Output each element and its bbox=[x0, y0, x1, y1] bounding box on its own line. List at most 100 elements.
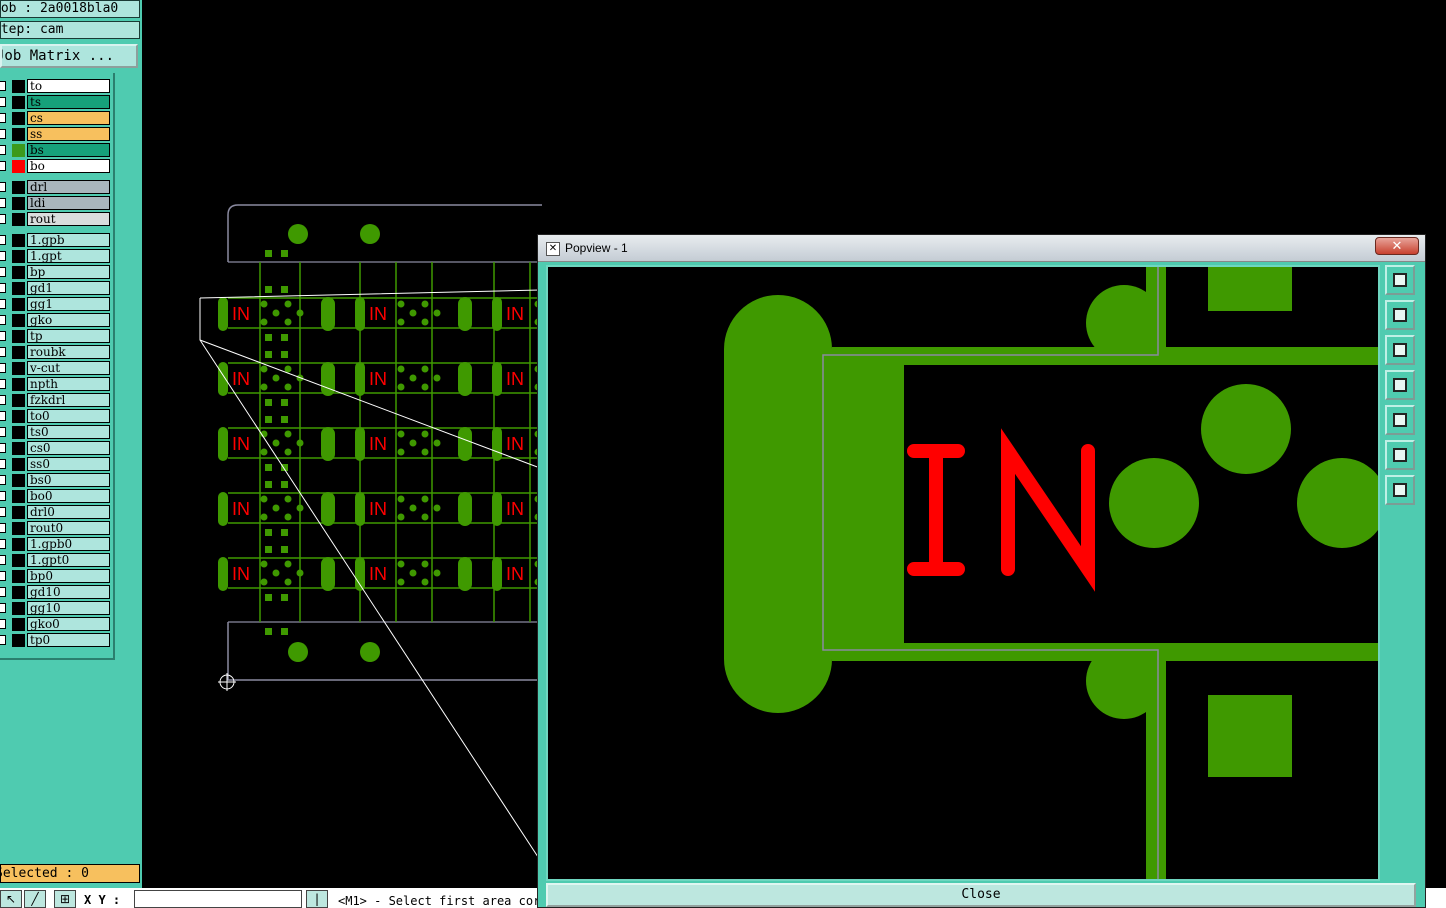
layer-row-gko0[interactable]: gko0 bbox=[0, 617, 112, 632]
layer-name[interactable]: drl0 bbox=[27, 505, 110, 519]
layer-color-swatch[interactable] bbox=[12, 197, 25, 210]
layer-name[interactable]: 1.gpt0 bbox=[27, 553, 110, 567]
layer-color-swatch[interactable] bbox=[12, 506, 25, 519]
layer-name[interactable]: roubk bbox=[27, 345, 110, 359]
layer-color-swatch[interactable] bbox=[12, 538, 25, 551]
layer-color-swatch[interactable] bbox=[12, 378, 25, 391]
layer-checkbox[interactable] bbox=[0, 299, 6, 309]
layer-checkbox[interactable] bbox=[0, 395, 6, 405]
select-tool-button[interactable]: ↖ bbox=[0, 890, 22, 908]
layer-checkbox[interactable] bbox=[0, 129, 6, 139]
layer-color-swatch[interactable] bbox=[12, 554, 25, 567]
layer-color-swatch[interactable] bbox=[12, 112, 25, 125]
layer-row-gko[interactable]: gko bbox=[0, 313, 112, 328]
layer-row-tp[interactable]: tp bbox=[0, 329, 112, 344]
layer-name[interactable]: to0 bbox=[27, 409, 110, 423]
layer-row-ss0[interactable]: ss0 bbox=[0, 457, 112, 472]
layer-name[interactable]: tp bbox=[27, 329, 110, 343]
layer-color-swatch[interactable] bbox=[12, 181, 25, 194]
layer-checkbox[interactable] bbox=[0, 571, 6, 581]
window-close-button[interactable]: ✕ bbox=[1375, 237, 1419, 255]
layer-row-cs[interactable]: cs bbox=[0, 111, 112, 126]
layer-color-swatch[interactable] bbox=[12, 602, 25, 615]
layer-name[interactable]: 1.gpb bbox=[27, 233, 110, 247]
layer-checkbox[interactable] bbox=[0, 235, 6, 245]
layer-checkbox[interactable] bbox=[0, 251, 6, 261]
layer-color-swatch[interactable] bbox=[12, 522, 25, 535]
layer-color-swatch[interactable] bbox=[12, 634, 25, 647]
layer-row-to[interactable]: to bbox=[0, 79, 112, 94]
layer-row-gg10[interactable]: gg10 bbox=[0, 601, 112, 616]
layer-color-swatch[interactable] bbox=[12, 250, 25, 263]
layer-checkbox[interactable] bbox=[0, 81, 6, 91]
layer-row-bp[interactable]: bp bbox=[0, 265, 112, 280]
layer-name[interactable]: gko bbox=[27, 313, 110, 327]
layer-checkbox[interactable] bbox=[0, 587, 6, 597]
layer-checkbox[interactable] bbox=[0, 411, 6, 421]
layer-row-bo0[interactable]: bo0 bbox=[0, 489, 112, 504]
layer-row-bp0[interactable]: bp0 bbox=[0, 569, 112, 584]
layer-row-gd10[interactable]: gd10 bbox=[0, 585, 112, 600]
layer-color-swatch[interactable] bbox=[12, 618, 25, 631]
layer-row-roubk[interactable]: roubk bbox=[0, 345, 112, 360]
layer-color-swatch[interactable] bbox=[12, 490, 25, 503]
layer-checkbox[interactable] bbox=[0, 603, 6, 613]
layer-color-swatch[interactable] bbox=[12, 80, 25, 93]
zoom-fit-icon[interactable] bbox=[1385, 440, 1415, 470]
layer-row-fzkdrl[interactable]: fzkdrl bbox=[0, 393, 112, 408]
layer-checkbox[interactable] bbox=[0, 459, 6, 469]
layer-name[interactable]: bo bbox=[27, 159, 110, 173]
layer-name[interactable]: cs0 bbox=[27, 441, 110, 455]
layer-checkbox[interactable] bbox=[0, 315, 6, 325]
layer-checkbox[interactable] bbox=[0, 491, 6, 501]
layer-name[interactable]: ts0 bbox=[27, 425, 110, 439]
layer-name[interactable]: gko0 bbox=[27, 617, 110, 631]
layer-color-swatch[interactable] bbox=[12, 394, 25, 407]
layer-checkbox[interactable] bbox=[0, 161, 6, 171]
move-left-icon[interactable] bbox=[1385, 370, 1415, 400]
layer-color-swatch[interactable] bbox=[12, 346, 25, 359]
layer-row-bs0[interactable]: bs0 bbox=[0, 473, 112, 488]
layer-row-v-cut[interactable]: v-cut bbox=[0, 361, 112, 376]
layer-color-swatch[interactable] bbox=[12, 282, 25, 295]
layer-row-bo[interactable]: bo bbox=[0, 159, 112, 174]
layer-color-swatch[interactable] bbox=[12, 570, 25, 583]
layer-checkbox[interactable] bbox=[0, 619, 6, 629]
popview-titlebar[interactable]: ✕ Popview - 1 ✕ bbox=[538, 235, 1425, 262]
line-tool-button[interactable]: ╱ bbox=[24, 890, 46, 908]
layer-row-rout[interactable]: rout bbox=[0, 212, 112, 227]
layer-row-ts[interactable]: ts bbox=[0, 95, 112, 110]
move-down-icon[interactable] bbox=[1385, 335, 1415, 365]
layer-color-swatch[interactable] bbox=[12, 330, 25, 343]
layer-row-npth[interactable]: npth bbox=[0, 377, 112, 392]
layer-checkbox[interactable] bbox=[0, 97, 6, 107]
layer-name[interactable]: gd1 bbox=[27, 281, 110, 295]
layer-checkbox[interactable] bbox=[0, 443, 6, 453]
layer-checkbox[interactable] bbox=[0, 475, 6, 485]
layer-color-swatch[interactable] bbox=[12, 314, 25, 327]
layer-checkbox[interactable] bbox=[0, 145, 6, 155]
layer-row-ss[interactable]: ss bbox=[0, 127, 112, 142]
layer-checkbox[interactable] bbox=[0, 198, 6, 208]
job-matrix-button[interactable]: Job Matrix ... bbox=[0, 44, 138, 68]
layer-name[interactable]: rout bbox=[27, 212, 110, 226]
layer-color-swatch[interactable] bbox=[12, 298, 25, 311]
graphic-canvas[interactable]: IN IN IN IN IN IN IN IN IN IN IN IN IN IN IN bbox=[142, 0, 542, 870]
layer-row-1.gpt[interactable]: 1.gpt bbox=[0, 249, 112, 264]
layer-color-swatch[interactable] bbox=[12, 442, 25, 455]
layer-checkbox[interactable] bbox=[0, 635, 6, 645]
layer-name[interactable]: drl bbox=[27, 180, 110, 194]
layer-row-cs0[interactable]: cs0 bbox=[0, 441, 112, 456]
layer-name[interactable]: bs bbox=[27, 143, 110, 157]
layer-name[interactable]: bp0 bbox=[27, 569, 110, 583]
layer-name[interactable]: gg1 bbox=[27, 297, 110, 311]
layer-checkbox[interactable] bbox=[0, 113, 6, 123]
layer-color-swatch[interactable] bbox=[12, 266, 25, 279]
layer-color-swatch[interactable] bbox=[12, 128, 25, 141]
move-right-icon[interactable] bbox=[1385, 405, 1415, 435]
layer-name[interactable]: 1.gpt bbox=[27, 249, 110, 263]
layer-name[interactable]: 1.gpb0 bbox=[27, 537, 110, 551]
layer-name[interactable]: gg10 bbox=[27, 601, 110, 615]
layer-name[interactable]: bs0 bbox=[27, 473, 110, 487]
layer-checkbox[interactable] bbox=[0, 331, 6, 341]
